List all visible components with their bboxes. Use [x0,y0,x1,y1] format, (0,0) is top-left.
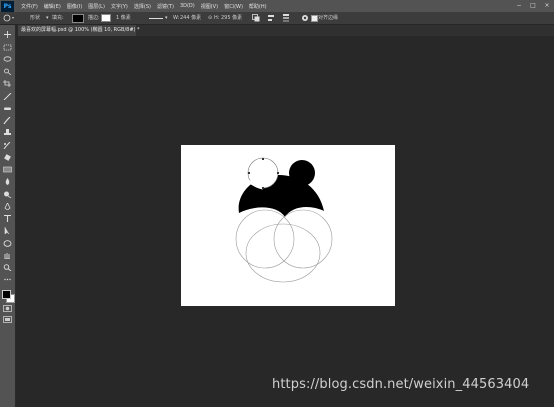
hand-tool-icon[interactable] [3,252,12,259]
screen-mode-icon[interactable] [3,316,12,323]
canvas-artwork [235,157,333,283]
maximize-button[interactable]: □ [526,0,540,12]
align-edges-checkbox[interactable] [311,15,318,22]
width-field[interactable]: 244 像素 [180,14,201,22]
stroke-width-field[interactable]: 1 像素 [116,14,131,22]
anchor-point [262,187,264,189]
menu-bar: Ps 文件(F) 编辑(E) 图像(I) 图层(L) 文字(Y) 选择(S) 滤镜(T) 3D… [0,0,554,12]
menu-item[interactable]: 文字(Y) [111,3,128,10]
menu-items: 文件(F) 编辑(E) 图像(I) 图层(L) 文字(Y) 选择(S) 滤镜(T) 3D(D)… [21,3,273,10]
menu-item[interactable]: 文件(F) [21,3,38,10]
healing-brush-tool-icon[interactable] [3,105,12,112]
outline-ellipse-bottom [245,223,321,283]
h-label: H: [214,15,220,21]
anchor-point [248,172,250,174]
window-controls: − □ × [512,0,554,12]
dodge-tool-icon[interactable] [3,191,12,198]
fill-swatch[interactable] [72,14,84,23]
menu-item[interactable]: 帮助(H) [249,3,267,10]
quick-mask-icon[interactable] [3,305,12,312]
marquee-tool-icon[interactable] [3,44,12,51]
eraser-tool-icon[interactable] [3,154,12,161]
stroke-label: 描边: [88,15,100,21]
blur-tool-icon[interactable] [3,178,12,185]
menu-item[interactable]: 选择(S) [134,3,151,10]
path-operations-icon[interactable] [252,14,260,22]
stroke-swatch[interactable] [101,14,111,22]
menu-item[interactable]: 滤镜(T) [157,3,174,10]
path-arrangement-icon[interactable] [283,14,291,22]
ellipse-tool-preset-icon[interactable] [3,14,15,22]
document-tab-title: 最喜欢的屏幕幅.psd @ 100% (椭圆 10, RGB/8#) * [21,27,140,33]
anchor-point [262,158,264,160]
more-tools-icon[interactable] [3,276,12,283]
document-tab-bar: 最喜欢的屏幕幅.psd @ 100% (椭圆 10, RGB/8#) * × [18,25,554,36]
options-bar: 形状 ▾ 填充: 描边: 1 像素 ▾ W: 244 像素 ⊝ H: 295 像… [0,12,554,25]
menu-item[interactable]: 视图(V) [201,3,218,10]
document-canvas[interactable] [181,145,395,306]
watermark-text: https://blog.csdn.net/weixin_44563404 [272,377,530,392]
quick-select-tool-icon[interactable] [3,68,12,75]
stroke-type-select[interactable] [149,18,163,19]
close-icon[interactable]: × [130,25,134,36]
menu-item[interactable]: 图像(I) [67,3,82,10]
menu-item[interactable]: 编辑(E) [44,3,61,10]
anchor-point [277,172,279,174]
zoom-tool-icon[interactable] [3,264,12,271]
crop-tool-icon[interactable] [3,80,12,87]
menu-item[interactable]: 3D(D) [180,3,195,10]
fill-label: 填充: [52,15,64,21]
document-tab[interactable]: 最喜欢的屏幕幅.psd @ 100% (椭圆 10, RGB/8#) * × [18,25,140,36]
w-label: W: [173,15,180,21]
minimize-button[interactable]: − [512,0,526,12]
color-swatches[interactable] [2,290,15,303]
clone-stamp-tool-icon[interactable] [3,129,12,136]
move-tool-icon[interactable] [3,31,12,38]
align-edges-label: 对齐边缘 [318,15,339,21]
gear-icon[interactable] [301,14,309,22]
type-tool-icon[interactable] [3,215,12,222]
link-icon[interactable]: ⊝ [208,14,212,22]
tools-panel [0,25,16,407]
close-button[interactable]: × [540,0,554,12]
chevron-down-icon: ▾ [165,15,168,21]
path-alignment-icon[interactable] [268,14,276,22]
mode-select[interactable]: 形状 [30,14,40,22]
eyedropper-tool-icon[interactable] [3,93,12,100]
foreground-color-swatch[interactable] [2,290,11,299]
ellipse-tool-icon[interactable] [3,240,12,247]
lasso-tool-icon[interactable] [3,56,12,63]
outline-circle-right [273,209,333,269]
outline-circle-left [235,209,295,269]
chevron-down-icon: ▾ [46,15,49,21]
height-field[interactable]: 295 像素 [221,14,242,22]
black-ear-circle [289,160,315,186]
menu-item[interactable]: 窗口(W) [224,3,243,10]
path-select-tool-icon[interactable] [3,227,12,234]
history-brush-tool-icon[interactable] [3,142,12,149]
pen-tool-icon[interactable] [3,203,12,210]
gradient-tool-icon[interactable] [3,166,12,173]
menu-item[interactable]: 图层(L) [88,3,105,10]
photoshop-logo: Ps [1,0,14,12]
brush-tool-icon[interactable] [3,117,12,124]
